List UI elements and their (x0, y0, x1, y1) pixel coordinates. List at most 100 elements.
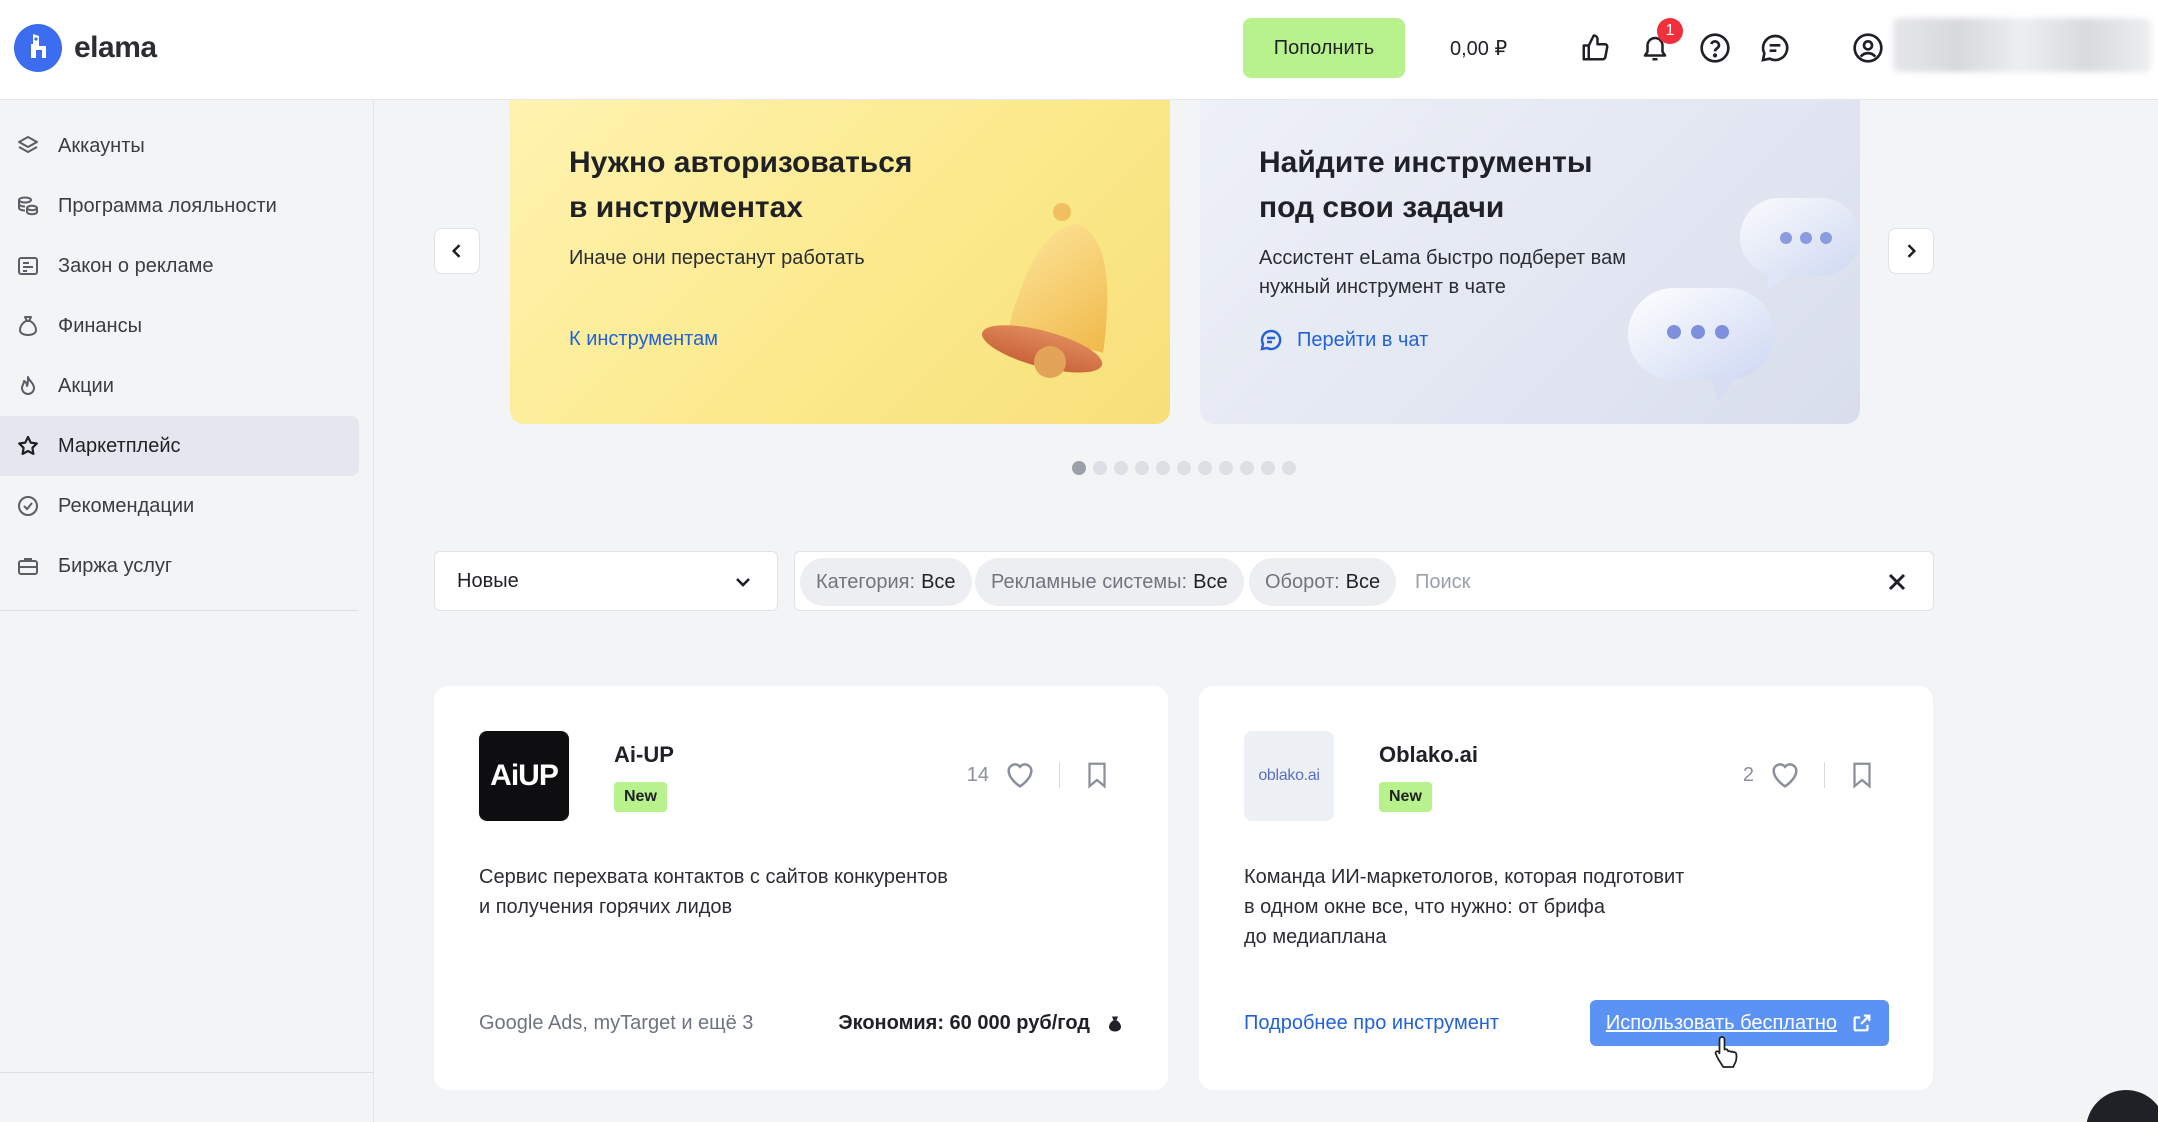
bell-icon[interactable]: 1 (1635, 18, 1683, 68)
heart-icon[interactable] (1768, 758, 1802, 792)
filter-chip-turnover[interactable]: Оборот: Все (1249, 558, 1397, 606)
sidebar-item-label: Программа лояльности (58, 194, 277, 217)
sidebar-item-accounts[interactable]: Аккаунты (0, 116, 374, 176)
sidebar-item-label: Закон о рекламе (58, 254, 214, 277)
sidebar-item-loyalty[interactable]: Программа лояльности (0, 176, 374, 236)
banner-link-chat[interactable]: Перейти в чат (1259, 328, 1428, 352)
chevron-right-icon (1907, 244, 1917, 258)
chat-bubbles-illustration-icon (1628, 198, 1860, 402)
carousel-dot[interactable] (1261, 461, 1275, 475)
sidebar-nav: Аккаунты Программа лояльности Закон о ре… (0, 116, 374, 596)
carousel-dot[interactable] (1135, 461, 1149, 475)
tool-card-oblako[interactable]: oblako.ai Oblako.ai New 2 Команда ИИ-мар… (1199, 686, 1933, 1090)
hand-cursor-icon (1714, 1036, 1738, 1068)
sort-select[interactable]: Новые (434, 551, 778, 611)
sidebar-item-label: Аккаунты (58, 134, 145, 157)
bell-illustration-icon (982, 203, 1108, 378)
sidebar-item-recommendations[interactable]: Рекомендации (0, 476, 374, 536)
banner-subtitle: Иначе они перестанут работать (569, 247, 865, 269)
carousel-dot[interactable] (1219, 461, 1233, 475)
carousel-dot[interactable] (1156, 461, 1170, 475)
close-icon[interactable] (1885, 570, 1909, 594)
banner-authorize-tools[interactable]: Нужно авторизоваться в инструментах Инач… (510, 100, 1170, 424)
help-icon[interactable] (1695, 28, 1735, 68)
notification-badge: 1 (1657, 18, 1683, 44)
tool-name: Ai-UP (614, 742, 674, 767)
flame-icon (21, 376, 35, 395)
coins-icon (18, 196, 38, 216)
card-stats: 14 (967, 758, 1112, 792)
sidebar: Аккаунты Программа лояльности Закон о ре… (0, 100, 374, 1122)
external-link-icon (1853, 1014, 1871, 1032)
carousel-dot[interactable] (1282, 461, 1296, 475)
chevron-left-icon (451, 244, 461, 258)
carousel-dot[interactable] (1072, 461, 1086, 475)
carousel-pagination (1072, 461, 1296, 475)
tool-more-link[interactable]: Подробнее про инструмент (1244, 1012, 1499, 1035)
chat-icon[interactable] (1755, 28, 1795, 68)
banner-title: Нужно авторизоваться в инструментах (569, 146, 913, 224)
briefcase-icon (18, 558, 38, 575)
bookmark-icon[interactable] (1082, 758, 1112, 792)
likes-count: 14 (966, 763, 989, 786)
carousel-prev-button[interactable] (434, 228, 480, 274)
top-header: elama Пополнить 0,00 ₽ 1 (0, 0, 2158, 100)
sidebar-divider-bottom (0, 1072, 374, 1073)
sidebar-item-label: Маркетплейс (58, 434, 181, 457)
filter-bar: Категория: Все Рекламные системы: Все Обор… (794, 551, 1934, 611)
sort-value: Новые (457, 569, 519, 592)
carousel-dot[interactable] (1240, 461, 1254, 475)
tool-description: Команда ИИ-маркетологов, которая подгото… (1244, 866, 1685, 948)
tool-savings: Экономия: 60 000 руб/год (838, 1012, 1124, 1035)
sidebar-item-promotions[interactable]: Акции (0, 356, 374, 416)
sidebar-item-marketplace[interactable]: Маркетплейс (0, 416, 359, 476)
money-bag-icon (19, 316, 37, 336)
likes-count: 2 (1742, 763, 1754, 786)
like-icon[interactable] (1575, 28, 1615, 68)
sidebar-item-finance[interactable]: Финансы (0, 296, 374, 356)
document-icon (18, 257, 38, 275)
carousel-dot[interactable] (1114, 461, 1128, 475)
llama-logo-icon (14, 24, 62, 72)
tool-logo-ai-up: AiUP (479, 731, 569, 821)
carousel-next-button[interactable] (1888, 228, 1934, 274)
carousel-dot[interactable] (1177, 461, 1191, 475)
filter-chip-category[interactable]: Категория: Все (800, 558, 972, 606)
tool-ad-systems: Google Ads, myTarget и ещё 3 (479, 1012, 754, 1034)
check-circle-icon (18, 496, 38, 516)
banner-link-tools[interactable]: К инструментам (569, 328, 718, 351)
tool-description: Сервис перехвата контактов с сайтов конк… (479, 866, 948, 918)
filter-chip-ad-systems[interactable]: Рекламные системы: Все (975, 558, 1244, 606)
sidebar-item-label: Финансы (58, 314, 142, 337)
sidebar-item-label: Биржа услуг (58, 554, 173, 577)
user-name-blurred[interactable] (1893, 18, 2151, 72)
chat-icon (1260, 329, 1282, 351)
stats-divider (1824, 762, 1825, 788)
star-icon (18, 435, 38, 455)
money-bag-icon (1109, 1016, 1121, 1031)
bookmark-icon[interactable] (1847, 758, 1877, 792)
carousel-dot[interactable] (1198, 461, 1212, 475)
tool-name: Oblako.ai (1379, 742, 1479, 767)
sidebar-item-services-exchange[interactable]: Биржа услуг (0, 536, 374, 596)
stats-divider (1059, 762, 1060, 788)
carousel-dot[interactable] (1093, 461, 1107, 475)
user-profile-icon[interactable] (1848, 28, 1888, 68)
banner-find-tools[interactable]: Найдите инструменты под свои задачи Асси… (1200, 100, 1860, 424)
sidebar-item-label: Рекомендации (58, 494, 195, 517)
card-stats: 2 (1743, 758, 1877, 792)
floating-chat-button[interactable] (2086, 1090, 2158, 1122)
tool-card-ai-up[interactable]: AiUP Ai-UP New 14 Сервис перехвата конта… (434, 686, 1168, 1090)
sidebar-item-ad-law[interactable]: Закон о рекламе (0, 236, 374, 296)
chevron-down-icon (736, 578, 750, 587)
search-input[interactable] (1415, 562, 1855, 602)
topup-button[interactable]: Пополнить (1243, 18, 1405, 78)
banner-title: Найдите инструменты под свои задачи (1259, 146, 1593, 224)
heart-icon[interactable] (1003, 758, 1037, 792)
balance-value: 0,00 ₽ (1450, 38, 1508, 60)
banner-subtitle: Ассистент eLama быстро подберет вам нужн… (1259, 247, 1626, 298)
elama-logo[interactable]: elama (14, 24, 157, 72)
sidebar-item-label: Акции (58, 374, 114, 397)
new-badge: New (1379, 782, 1432, 812)
sidebar-divider (0, 610, 358, 611)
